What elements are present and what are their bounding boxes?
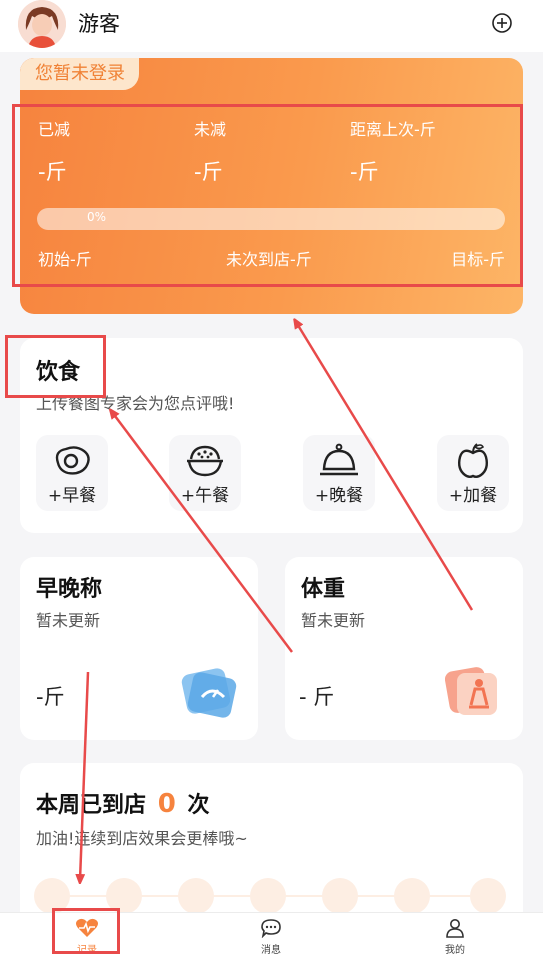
day-dot (322, 878, 358, 914)
add-dinner-button[interactable]: +晚餐 (303, 435, 375, 511)
avatar[interactable] (18, 0, 66, 48)
annotation-box-diet (5, 335, 106, 398)
meal-label: +晚餐 (314, 486, 364, 506)
morning-evening-status: 暂未更新 (36, 611, 101, 630)
weekly-title: 本周已到店 0 次 (36, 787, 209, 819)
add-snack-button[interactable]: +加餐 (437, 435, 509, 511)
username-label: 游客 (78, 12, 120, 36)
add-breakfast-button[interactable]: +早餐 (36, 435, 108, 511)
meal-label: +午餐 (180, 486, 230, 506)
message-icon (261, 919, 281, 938)
rice-bowl-icon (187, 445, 223, 477)
tab-messages[interactable]: 消息 (251, 915, 291, 955)
weight-title: 体重 (301, 577, 346, 602)
scale-icon (181, 668, 237, 718)
weekly-title-suffix: 次 (187, 793, 210, 818)
weight-card[interactable]: 体重 暂未更新 - 斤 (285, 557, 523, 740)
day-dot (250, 878, 286, 914)
morning-evening-weigh-card[interactable]: 早晚称 暂未更新 -斤 (20, 557, 258, 740)
morning-evening-title: 早晚称 (36, 577, 103, 602)
day-dot (470, 878, 506, 914)
day-dot (394, 878, 430, 914)
body-weight-icon (445, 667, 497, 715)
weekly-visit-count: 0 (157, 789, 176, 819)
user-icon (446, 919, 464, 938)
weight-value: - 斤 (299, 685, 335, 709)
meal-label: +加餐 (448, 486, 498, 506)
weekly-title-prefix: 本周已到店 (36, 793, 147, 818)
top-header: 游客 (0, 0, 543, 52)
meal-label: +早餐 (47, 486, 97, 506)
login-status-tag[interactable]: 您暂未登录 (20, 58, 139, 90)
add-lunch-button[interactable]: +午餐 (169, 435, 241, 511)
day-dot (178, 878, 214, 914)
avatar-girl-icon (18, 0, 66, 48)
apple-icon (457, 443, 489, 478)
tab-label: 我的 (445, 945, 465, 955)
tab-label: 消息 (261, 945, 281, 955)
annotation-box-summary (12, 104, 523, 287)
annotation-box-records-tab (52, 908, 120, 954)
morning-evening-value: -斤 (36, 685, 65, 709)
weight-status: 暂未更新 (301, 611, 366, 630)
weekly-subtitle: 加油!连续到店效果会更棒哦~ (36, 829, 248, 848)
tab-me[interactable]: 我的 (435, 915, 475, 955)
plus-circle-icon[interactable] (491, 12, 513, 34)
dinner-cloche-icon (320, 443, 358, 476)
fried-egg-icon (55, 446, 90, 475)
